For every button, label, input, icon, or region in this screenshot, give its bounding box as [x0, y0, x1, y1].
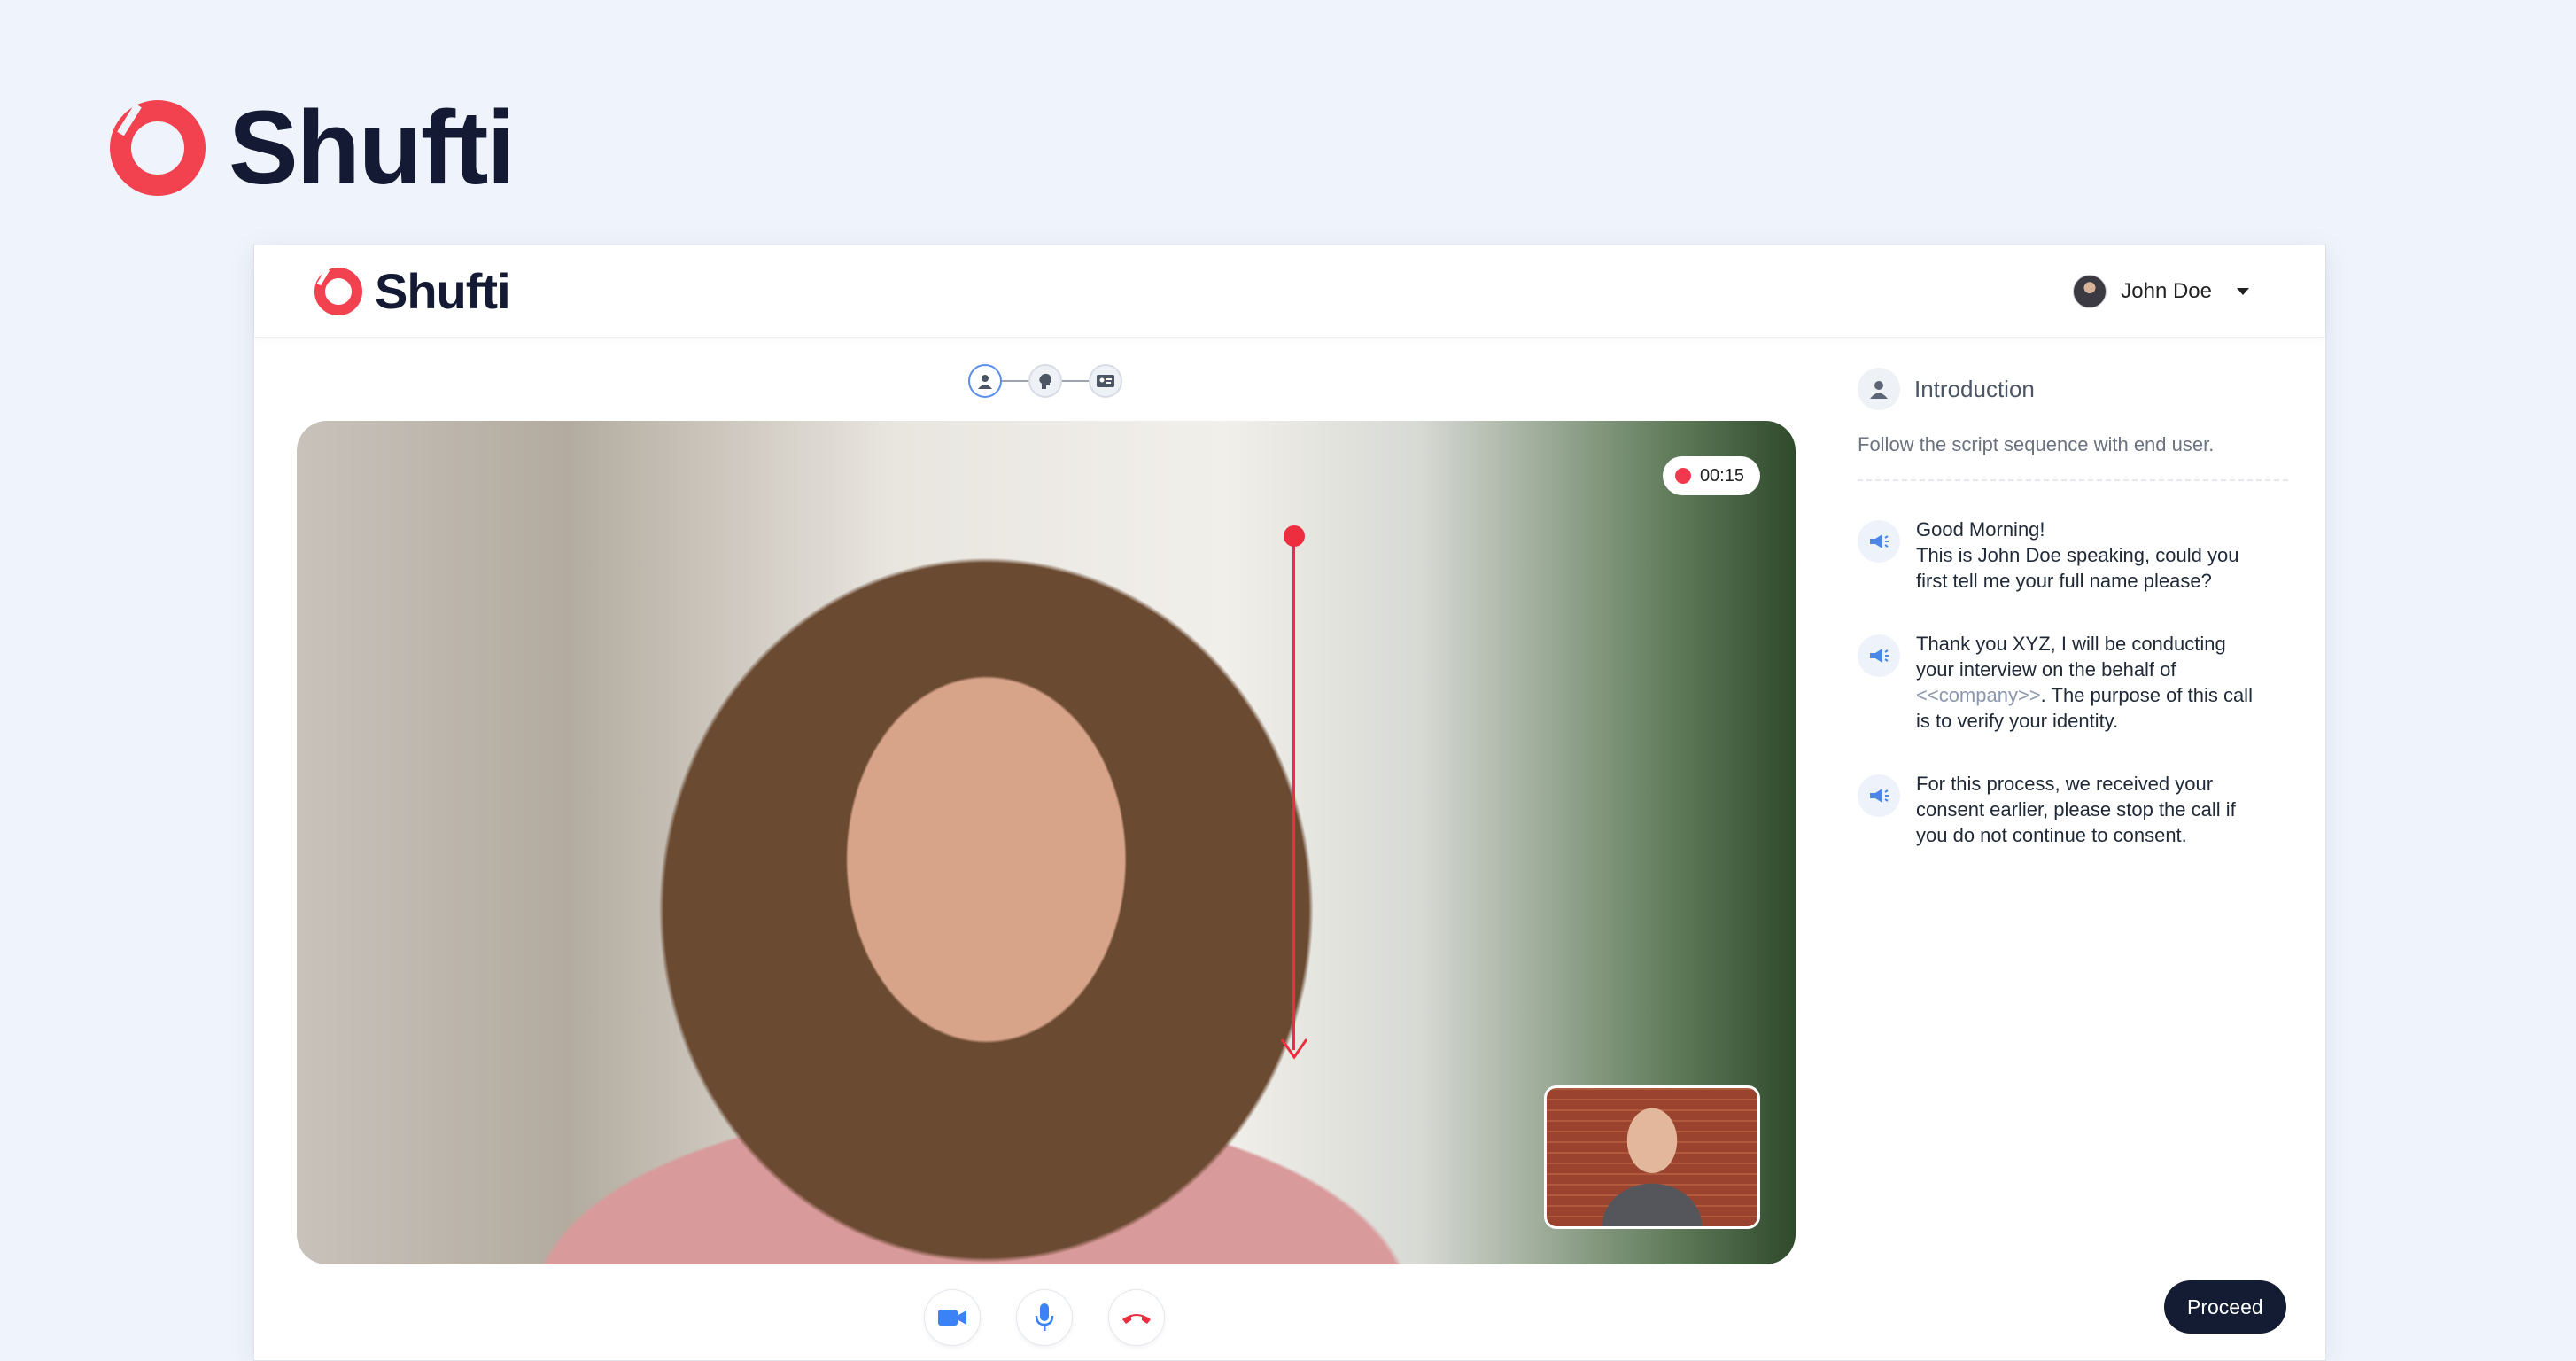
script-panel: Introduction Follow the script sequence …: [1858, 368, 2288, 885]
user-name: John Doe: [2121, 278, 2212, 303]
panel-title: Introduction: [1914, 375, 2035, 402]
company-placeholder: <<company>>: [1916, 684, 2041, 706]
microphone-toggle-button[interactable]: [1016, 1289, 1073, 1346]
step-id-card-icon[interactable]: [1089, 364, 1122, 398]
step-connector: [1062, 380, 1089, 382]
recording-timer: 00:15: [1662, 456, 1760, 495]
face-alignment-guide: [1280, 525, 1308, 1060]
divider: [1858, 479, 2288, 481]
call-controls: [924, 1289, 1165, 1346]
app-brand-name: Shufti: [375, 263, 511, 319]
main-video-feed: 00:15: [297, 421, 1796, 1264]
panel-subtitle: Follow the script sequence with end user…: [1858, 433, 2215, 455]
shufti-logo-icon: [314, 267, 362, 315]
user-menu[interactable]: John Doe: [2073, 274, 2249, 308]
script-item[interactable]: Good Morning! This is John Doe speaking,…: [1858, 517, 2288, 594]
arrow-down-icon: [1280, 1038, 1308, 1060]
script-list: Good Morning! This is John Doe speaking,…: [1858, 517, 2288, 848]
progress-stepper: [968, 364, 1122, 398]
proceed-button[interactable]: Proceed: [2164, 1280, 2286, 1334]
recording-dot-icon: [1674, 468, 1691, 484]
megaphone-icon: [1858, 634, 1900, 677]
step-person-icon[interactable]: [968, 364, 1002, 398]
camera-toggle-button[interactable]: [924, 1289, 981, 1346]
script-item[interactable]: Thank you XYZ, I will be conducting your…: [1858, 631, 2288, 734]
script-text: For this process, we received your conse…: [1916, 773, 2236, 846]
step-connector: [1002, 380, 1028, 382]
app-window: Shufti John Doe 00:15 Introduction Follo…: [253, 245, 2326, 1361]
video-camera-icon: [938, 1310, 966, 1326]
agent-video-thumbnail[interactable]: [1544, 1085, 1760, 1229]
hang-up-icon: [1122, 1314, 1151, 1324]
microphone-icon: [1035, 1303, 1054, 1331]
end-call-button[interactable]: [1108, 1289, 1165, 1346]
megaphone-icon: [1858, 520, 1900, 563]
step-head-icon[interactable]: [1028, 364, 1062, 398]
guide-line: [1292, 536, 1295, 1050]
shufti-logo-icon: [108, 98, 207, 198]
script-text: Thank you XYZ, I will be conducting your…: [1916, 633, 2253, 732]
script-text: Good Morning! This is John Doe speaking,…: [1916, 518, 2239, 592]
brand-name: Shufti: [229, 89, 516, 206]
recording-time: 00:15: [1699, 465, 1744, 486]
person-icon: [1858, 368, 1900, 410]
script-item[interactable]: For this process, we received your conse…: [1858, 771, 2288, 848]
top-bar: Shufti John Doe: [254, 245, 2325, 338]
avatar: [2073, 274, 2107, 308]
megaphone-icon: [1858, 774, 1900, 817]
chevron-down-icon: [2237, 287, 2249, 295]
panel-header: Introduction: [1858, 368, 2288, 410]
app-brand[interactable]: Shufti: [313, 262, 511, 320]
brand-header: Shufti: [108, 89, 516, 206]
